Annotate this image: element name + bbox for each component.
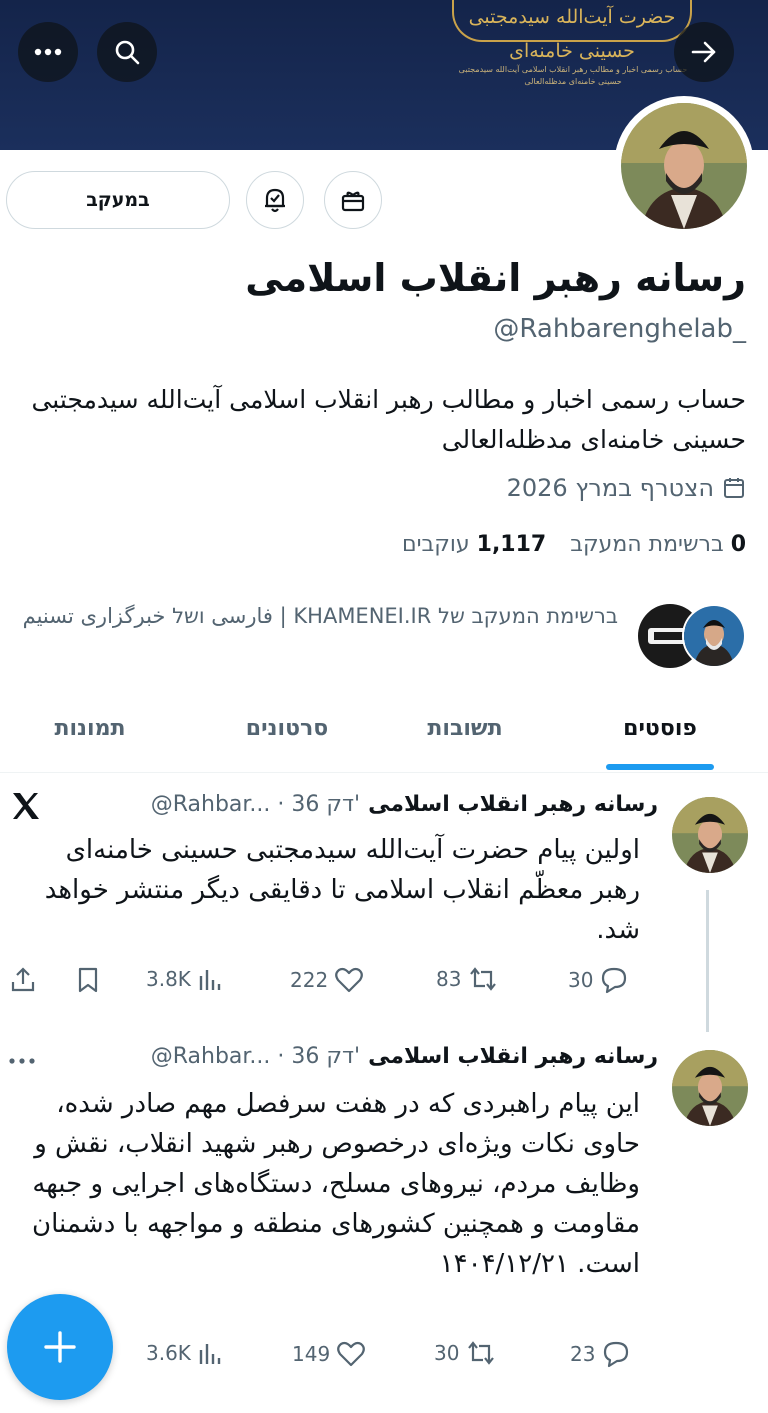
- profile-tabs: פוסטים תשובות סרטונים תמונות: [0, 700, 768, 773]
- plus-icon: [44, 1331, 76, 1363]
- like-count: 149: [292, 1342, 331, 1366]
- back-button[interactable]: [674, 22, 734, 82]
- post-more-button[interactable]: [8, 1050, 36, 1069]
- repost-count: 30: [434, 1341, 460, 1365]
- bell-check-icon: [265, 188, 285, 213]
- heart-icon: [337, 1341, 366, 1367]
- reply-button[interactable]: 23: [570, 1340, 631, 1368]
- followers-label: עוקבים: [402, 532, 470, 557]
- view-count: 3.6K: [146, 1341, 191, 1365]
- heart-icon: [335, 967, 364, 993]
- share-icon: [11, 967, 35, 992]
- view-count: 3.8K: [146, 967, 191, 991]
- bookmark-button[interactable]: [76, 966, 100, 994]
- joined-label: הצטרף במרץ 2026: [506, 474, 714, 502]
- reply-button[interactable]: 30: [568, 966, 629, 994]
- gift-icon: [341, 191, 365, 212]
- like-button[interactable]: 222: [290, 966, 364, 994]
- follower-avatar-icon: [684, 606, 744, 666]
- post-header: رسانه رهبر انقلاب اسلامی @Rahbar... · 36…: [151, 1044, 658, 1069]
- followers-stat[interactable]: 1,117 עוקבים: [402, 532, 546, 557]
- post-text: این پیام راهبردی که در هفت سرفصل مهم صاد…: [32, 1089, 640, 1279]
- tab-posts[interactable]: פוסטים: [606, 716, 714, 741]
- search-button[interactable]: [97, 22, 157, 82]
- portrait-icon: [672, 1050, 748, 1126]
- views-button[interactable]: 3.8K: [146, 966, 223, 992]
- like-button[interactable]: 149: [292, 1340, 366, 1368]
- repost-icon: [470, 967, 497, 991]
- views-button[interactable]: 3.6K: [146, 1340, 223, 1366]
- more-options-button[interactable]: [18, 22, 78, 82]
- tab-videos[interactable]: סרטונים: [222, 716, 352, 741]
- followers-count: 1,117: [476, 532, 547, 557]
- bookmark-icon: [78, 967, 98, 993]
- post-meta[interactable]: @Rahbar... · 36 דק': [151, 1044, 360, 1069]
- following-stat[interactable]: 0 ברשימת המעקב: [570, 532, 746, 557]
- post-avatar[interactable]: [672, 1050, 748, 1126]
- search-icon: [115, 40, 140, 65]
- profile-handle: @Rahbarenghelab_: [493, 314, 746, 344]
- reply-count: 23: [570, 1342, 596, 1366]
- arrow-right-icon: [691, 41, 716, 63]
- share-button[interactable]: [10, 966, 36, 994]
- joined-date: הצטרף במרץ 2026: [507, 474, 746, 502]
- x-logo-icon: [10, 790, 42, 826]
- portrait-icon: [621, 103, 747, 229]
- profile-display-name: رسانه رهبر انقلاب اسلامی: [245, 256, 746, 300]
- more-icon: [9, 1058, 35, 1064]
- tab-photos[interactable]: תמונות: [30, 716, 150, 741]
- post-author-name[interactable]: رسانه رهبر انقلاب اسلامی: [368, 792, 658, 817]
- repost-button[interactable]: 30: [434, 1340, 497, 1366]
- post-author-name[interactable]: رسانه رهبر انقلاب اسلامی: [368, 1044, 658, 1069]
- follower-avatar-1: [682, 604, 746, 668]
- comment-icon: [604, 1341, 629, 1368]
- profile-bio: حساب رسمی اخبار و مطالب رهبر انقلاب اسلا…: [31, 385, 746, 454]
- analytics-icon: [199, 1344, 221, 1364]
- following-label: ברשימת המעקב: [570, 532, 724, 557]
- banner-caption: حساب رسمی اخبار و مطالب رهبر انقلاب اسلا…: [458, 65, 688, 86]
- follow-stats: 0 ברשימת המעקב 1,117 עוקבים: [402, 532, 746, 557]
- subscribe-button[interactable]: [324, 171, 382, 229]
- reply-count: 30: [568, 968, 594, 992]
- banner-emblem: حضرت آیت‌الله سیدمجتبی حسینی خامنه‌ای: [452, 0, 692, 62]
- comment-icon: [602, 967, 627, 994]
- tab-replies[interactable]: תשובות: [400, 716, 530, 741]
- following-button[interactable]: במעקב: [6, 171, 230, 229]
- more-icon: [34, 48, 62, 56]
- like-count: 222: [290, 968, 329, 992]
- profile-avatar[interactable]: [614, 96, 754, 236]
- following-count: 0: [730, 532, 746, 557]
- repost-button[interactable]: 83: [436, 966, 499, 992]
- repost-icon: [468, 1341, 495, 1365]
- followed-by-text[interactable]: ברשימת המעקב של KHAMENEI.IR | فارسی ושל …: [8, 596, 618, 636]
- notifications-button[interactable]: [246, 171, 304, 229]
- repost-count: 83: [436, 967, 462, 991]
- post-header: رسانه رهبر انقلاب اسلامی @Rahbar... · 36…: [151, 792, 658, 817]
- post-avatar[interactable]: [672, 797, 748, 873]
- post-text: اولین پیام حضرت آیت‌الله سیدمجتبی حسینی …: [44, 835, 640, 945]
- post-meta[interactable]: @Rahbar... · 36 דק': [151, 792, 360, 817]
- portrait-icon: [672, 797, 748, 873]
- calendar-icon: [724, 478, 744, 498]
- thread-connector: [706, 890, 709, 1032]
- compose-post-button[interactable]: [7, 1294, 113, 1400]
- active-tab-indicator: [606, 764, 714, 770]
- analytics-icon: [199, 970, 221, 990]
